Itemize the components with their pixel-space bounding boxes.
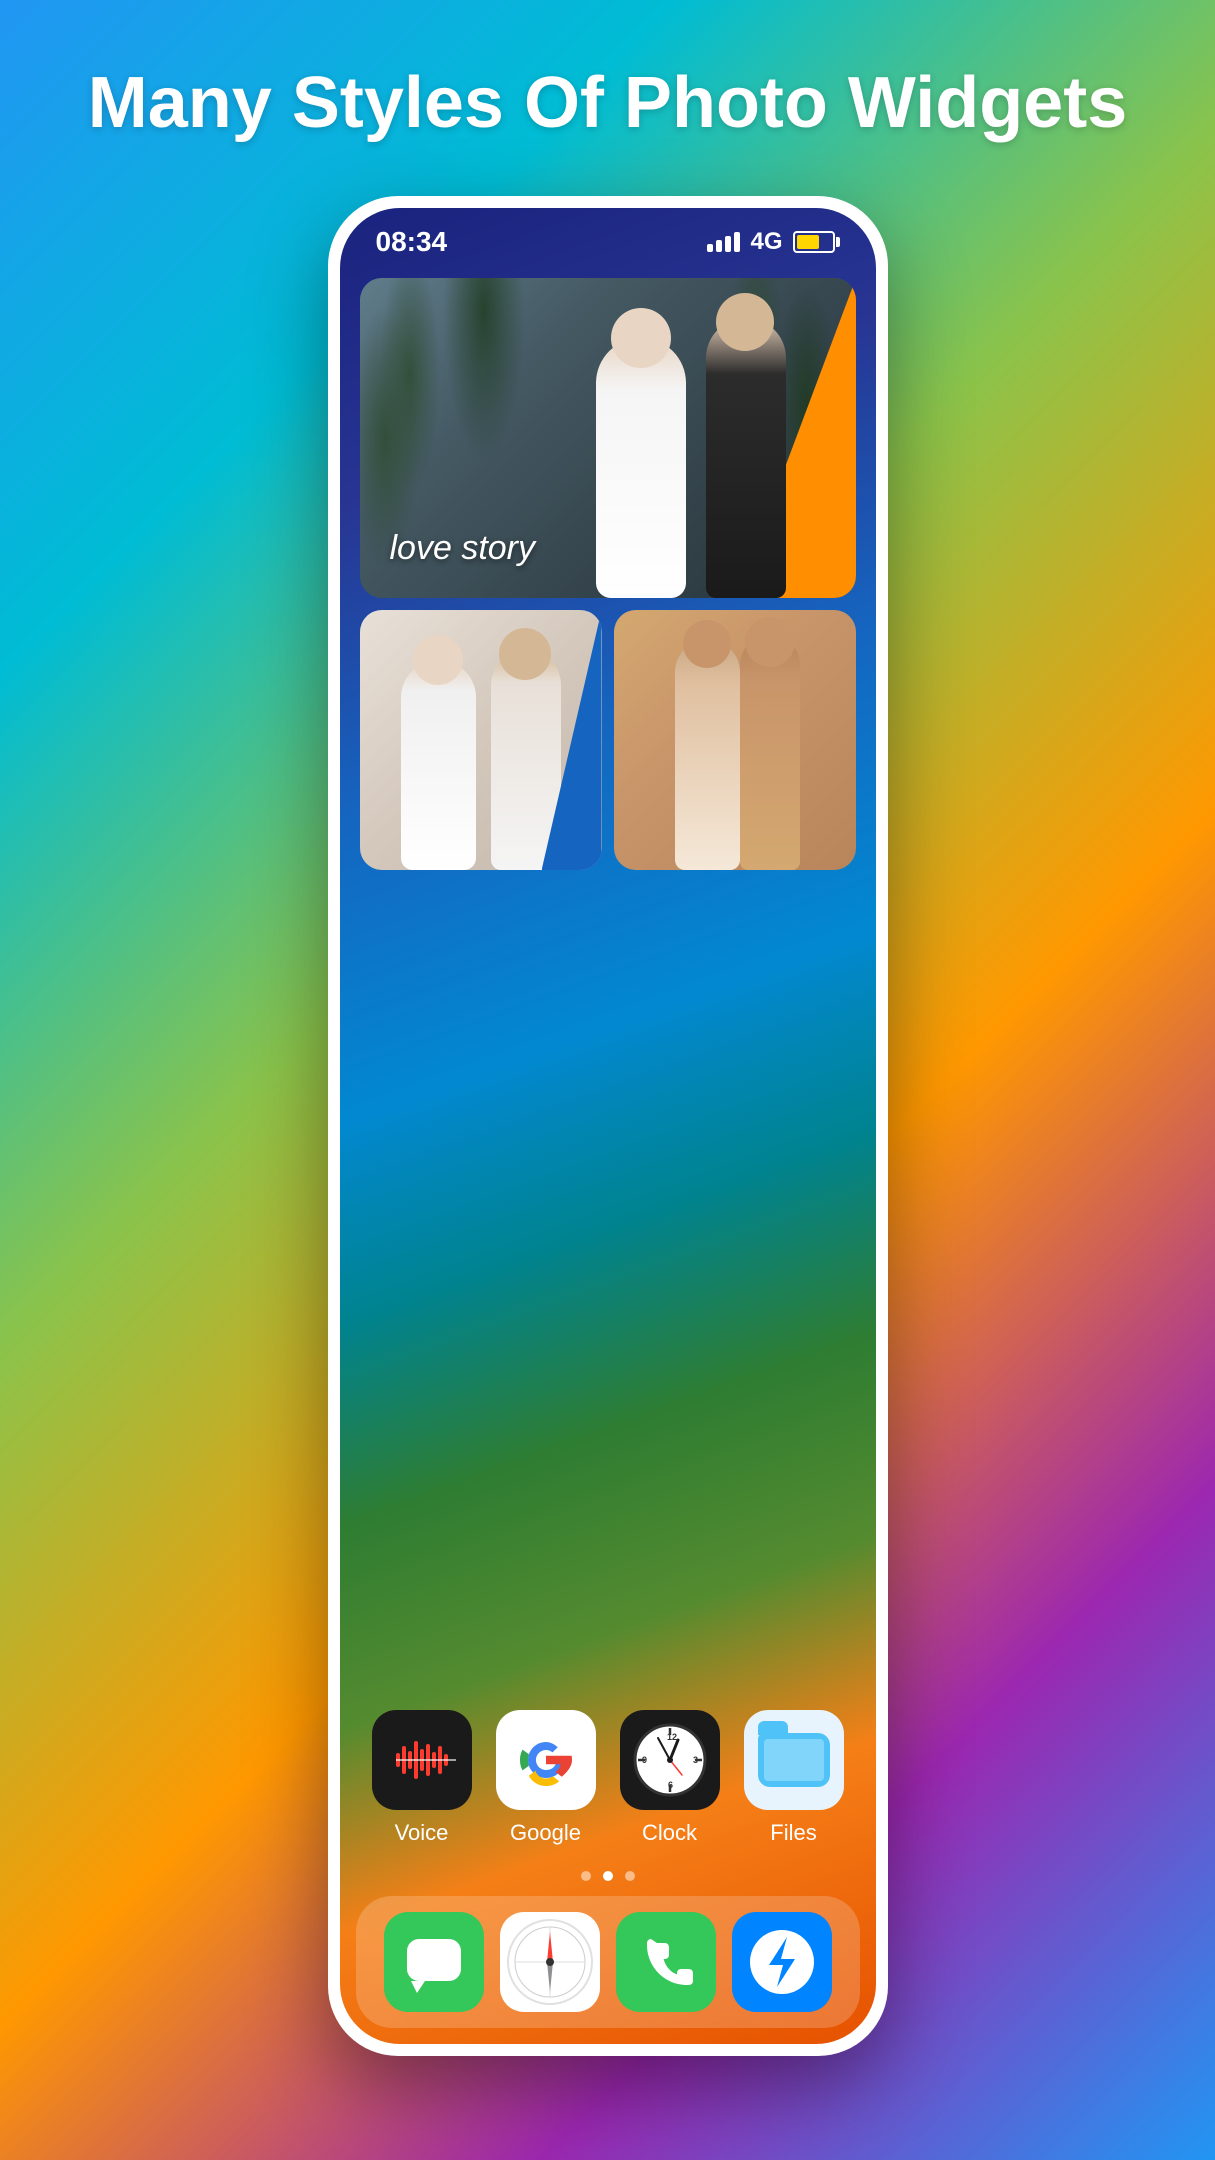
wedding-photo-1: love story [360,278,856,598]
clock-label: Clock [642,1820,697,1846]
google-app-icon [496,1710,596,1810]
clock-app-icon: 12 3 6 9 [620,1710,720,1810]
svg-text:9: 9 [642,1755,647,1765]
app-dock [356,1896,860,2028]
app-google[interactable]: Google [491,1710,601,1846]
signal-bar-4 [734,232,740,252]
dock-safari[interactable] [500,1912,600,2012]
voice-app-icon [372,1710,472,1810]
signal-bar-1 [707,244,713,252]
clock-svg: 12 3 6 9 [630,1720,710,1800]
phone-screen: 08:34 4G [340,208,876,2044]
small-photo-widget-left[interactable] [360,610,602,870]
google-g-svg [514,1728,578,1792]
app-voice[interactable]: Voice [367,1710,477,1846]
dock-messages[interactable] [384,1912,484,2012]
files-app-icon [744,1710,844,1810]
couple-silhouette-3 [665,630,805,870]
safari-svg [505,1917,595,2007]
battery-tip [836,237,840,247]
voice-line [396,1759,456,1761]
svg-text:3: 3 [693,1755,698,1765]
large-photo-widget[interactable]: love story [360,278,856,598]
battery-indicator [793,231,840,253]
messages-svg [403,1931,465,1993]
svg-text:12: 12 [667,1732,677,1742]
phone-svg [637,1933,695,1991]
app-clock[interactable]: 12 3 6 9 Clock [615,1710,725,1846]
signal-bar-2 [716,240,722,252]
page-dot-1 [581,1871,591,1881]
person-2-widget3 [740,635,800,870]
couple-silhouette-1 [576,308,796,598]
signal-bars [707,232,740,252]
dock-messenger[interactable] [732,1912,832,2012]
time-display: 08:34 [376,226,448,258]
voice-label: Voice [395,1820,449,1846]
person-female-1 [596,338,686,598]
battery-fill [797,235,819,249]
phone-frame: 08:34 4G [328,196,888,2056]
folder-body-inner [764,1739,824,1781]
status-bar: 08:34 4G [340,208,876,268]
voice-waveform [396,1741,448,1779]
love-story-label: love story [390,529,536,568]
couple-silhouette-2 [401,640,561,870]
small-photo-widgets-row [360,610,856,870]
svg-text:6: 6 [668,1780,673,1790]
page-indicator [340,1856,876,1896]
folder-body [758,1733,830,1787]
page-title: Many Styles Of Photo Widgets [8,0,1207,196]
status-right: 4G [707,228,839,256]
messenger-svg [747,1927,817,1997]
page-dot-3 [625,1871,635,1881]
battery-body [793,231,835,253]
signal-bar-3 [725,236,731,252]
folder-shape [758,1733,830,1787]
page-dot-2 [603,1871,613,1881]
app-icons-row: Voice Google [340,1690,876,1856]
widgets-area: love story [340,268,876,1690]
google-label: Google [510,1820,581,1846]
person-female-2 [401,660,476,870]
person-male-1 [706,318,786,598]
app-files[interactable]: Files [739,1710,849,1846]
files-label: Files [770,1820,816,1846]
person-1-widget3 [675,640,740,870]
network-label: 4G [750,228,782,256]
dock-phone[interactable] [616,1912,716,2012]
small-photo-widget-right[interactable] [614,610,856,870]
